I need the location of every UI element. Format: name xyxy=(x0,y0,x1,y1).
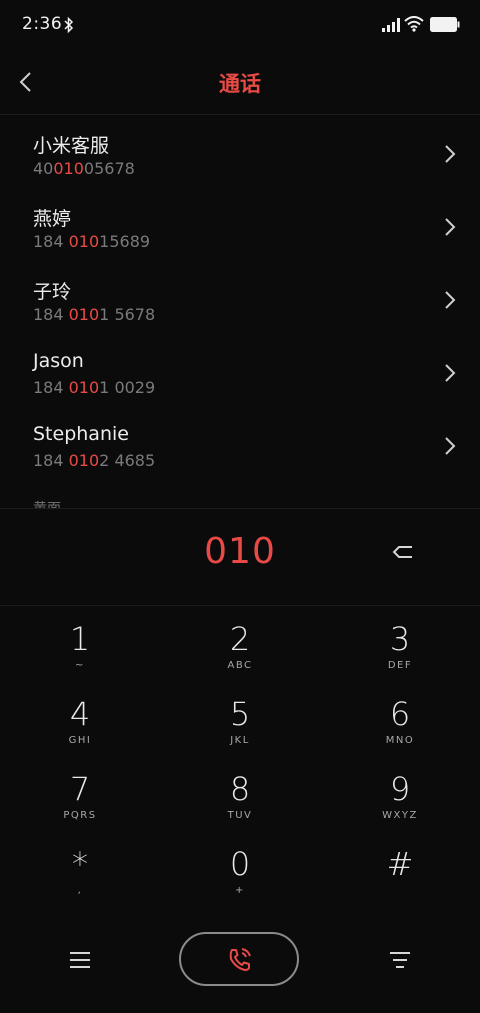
key-9[interactable]: 9 WXYZ xyxy=(320,756,480,831)
key-letters: GHI xyxy=(68,735,92,746)
chevron-right-icon[interactable] xyxy=(444,290,456,310)
chevron-right-icon[interactable] xyxy=(444,144,456,164)
number-match: 010 xyxy=(68,305,100,324)
contact-number: 184 01015689 xyxy=(33,232,151,251)
key-6[interactable]: 6 MNO xyxy=(320,681,480,756)
page-title: 通话 xyxy=(219,72,261,96)
contact-name: 燕婷 xyxy=(33,208,72,230)
key-digit: 1 xyxy=(69,620,91,658)
key-digit: 4 xyxy=(69,695,91,733)
call-button[interactable] xyxy=(179,932,299,986)
key-4[interactable]: 4 GHI xyxy=(0,681,160,756)
number-match: 010 xyxy=(53,159,84,178)
contact-list: 小米客服 4001005678 燕婷 184 01015689 子玲 184 0… xyxy=(0,118,480,508)
key-0[interactable]: 0 + xyxy=(160,831,320,906)
key-letters: DEF xyxy=(387,660,413,671)
key-hash[interactable]: # xyxy=(320,831,480,906)
status-bar: 2:36 xyxy=(0,0,480,52)
battery-icon xyxy=(430,17,460,32)
key-digit: 7 xyxy=(69,770,91,808)
status-time: 2:36 xyxy=(22,14,63,34)
menu-icon[interactable] xyxy=(66,949,94,971)
contact-number: 4001005678 xyxy=(33,159,135,178)
key-letters: WXYZ xyxy=(382,810,418,821)
contact-name: 小米客服 xyxy=(33,135,110,157)
chevron-right-icon[interactable] xyxy=(444,436,456,456)
key-letters: , xyxy=(77,885,83,896)
bluetooth-icon xyxy=(64,16,74,34)
contact-item[interactable]: Stephanie 184 0102 4685 xyxy=(0,410,480,483)
key-5[interactable]: 5 JKL xyxy=(160,681,320,756)
key-star[interactable]: * , xyxy=(0,831,160,906)
key-3[interactable]: 3 DEF xyxy=(320,606,480,681)
key-letters: PQRS xyxy=(63,810,97,821)
key-digit: 8 xyxy=(229,770,251,808)
key-letters: JKL xyxy=(230,735,250,746)
signal-icon xyxy=(382,18,400,32)
header: 通话 xyxy=(0,52,480,115)
bottom-bar xyxy=(0,925,480,995)
contact-number: 184 0102 4685 xyxy=(33,451,156,470)
key-7[interactable]: 7 PQRS xyxy=(0,756,160,831)
keypad: 1 ~ 2 ABC 3 DEF 4 GHI 5 JKL 6 MNO 7 PQRS… xyxy=(0,606,480,906)
chevron-right-icon[interactable] xyxy=(444,363,456,383)
key-digit: 5 xyxy=(229,695,251,733)
key-letters: MNO xyxy=(385,735,415,746)
key-8[interactable]: 8 TUV xyxy=(160,756,320,831)
contact-name: 子玲 xyxy=(33,281,72,303)
key-digit: * xyxy=(72,845,88,883)
key-digit: # xyxy=(386,845,414,883)
key-1[interactable]: 1 ~ xyxy=(0,606,160,681)
key-digit: 2 xyxy=(229,620,251,658)
chevron-right-icon[interactable] xyxy=(444,217,456,237)
contact-item[interactable]: Jason 184 0101 0029 xyxy=(0,337,480,410)
key-letters: TUV xyxy=(227,810,253,821)
key-letters: ABC xyxy=(227,660,253,671)
key-2[interactable]: 2 ABC xyxy=(160,606,320,681)
contact-item[interactable]: 小米客服 4001005678 xyxy=(0,118,480,191)
key-letters: + xyxy=(235,885,245,896)
number-match: 010 xyxy=(68,378,100,397)
key-digit: 6 xyxy=(389,695,411,733)
number-match: 010 xyxy=(68,232,100,251)
contact-item[interactable]: 子玲 184 0101 5678 xyxy=(0,264,480,337)
key-digit: 0 xyxy=(229,845,251,883)
phone-call-icon xyxy=(229,948,251,971)
number-match: 010 xyxy=(68,451,100,470)
truncated-list-item: 黄面 xyxy=(33,498,61,508)
number-display: 010 xyxy=(0,508,480,606)
contact-name: Stephanie xyxy=(33,423,129,445)
filter-icon[interactable] xyxy=(386,949,414,971)
key-digit: 9 xyxy=(389,770,411,808)
contact-number: 184 0101 0029 xyxy=(33,378,156,397)
contact-number: 184 0101 5678 xyxy=(33,305,156,324)
wifi-icon xyxy=(404,16,424,32)
contact-name: Jason xyxy=(33,350,84,372)
contact-item[interactable]: 燕婷 184 01015689 xyxy=(0,191,480,264)
key-letters: ~ xyxy=(75,660,85,671)
backspace-icon[interactable] xyxy=(390,539,416,565)
key-digit: 3 xyxy=(389,620,411,658)
